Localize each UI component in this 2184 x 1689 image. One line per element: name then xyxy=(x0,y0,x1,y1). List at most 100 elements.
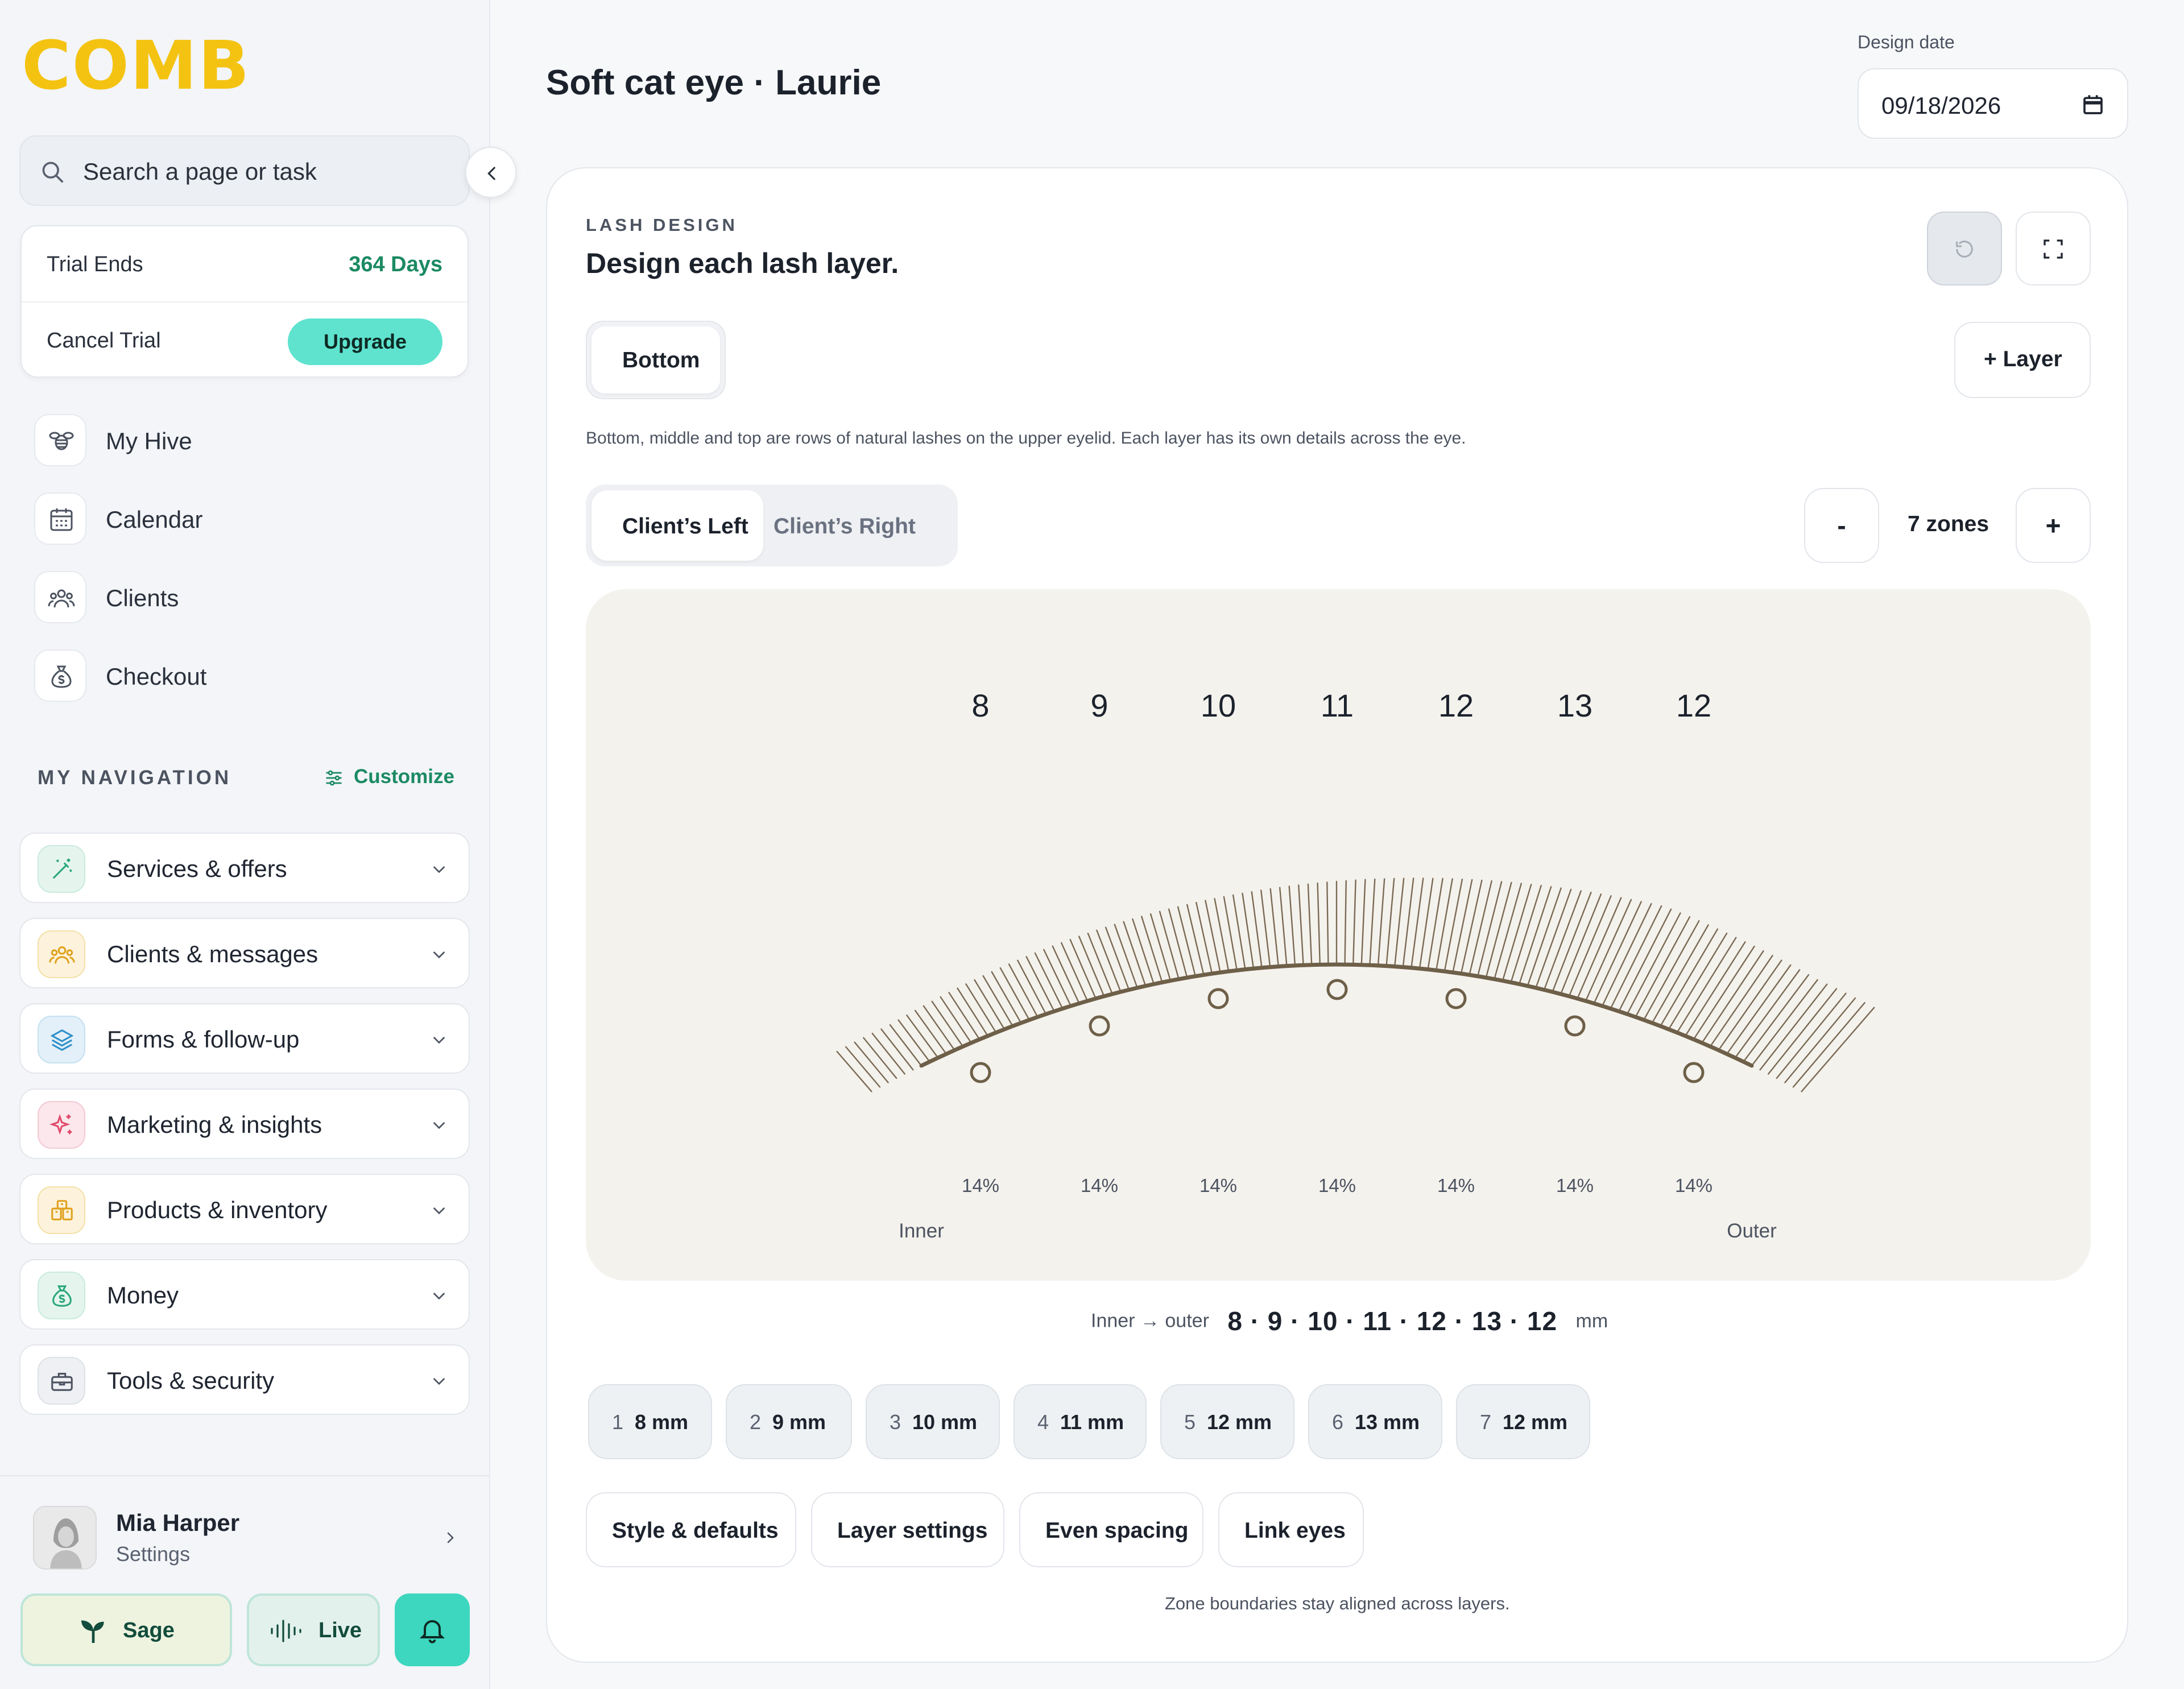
lash-stroke xyxy=(1377,878,1385,966)
lash-stroke xyxy=(1132,918,1155,985)
chevron-down-icon xyxy=(433,1037,445,1044)
lash-map-chart[interactable]: 8 14% 9 14% 10 14% 11 14% 12 14% 13 14% 12 14% Inner Ou… xyxy=(586,589,2091,1281)
lash-stroke xyxy=(1626,912,1681,1015)
undo-button[interactable] xyxy=(1927,212,2002,285)
summary-sequence: 8 · 9 · 10 · 11 · 12 · 13 · 12 xyxy=(1227,1306,1558,1336)
undo-icon xyxy=(1956,241,1973,258)
section-heading: Design each lash layer. xyxy=(586,247,899,279)
nav-group-tools[interactable]: Tools & security xyxy=(19,1344,470,1415)
style-defaults-button[interactable]: Style & defaults xyxy=(586,1492,796,1567)
zone-handle xyxy=(1326,979,1348,1000)
action-label: Style & defaults xyxy=(612,1518,779,1543)
bell-icon xyxy=(419,1620,445,1644)
zone-chip-5[interactable]: 5 12 mm xyxy=(1160,1384,1294,1459)
nav-my-hive[interactable]: My Hive xyxy=(34,412,466,466)
lash-stroke xyxy=(1610,905,1662,1009)
lash-stroke xyxy=(1601,903,1652,1007)
nav-group-money[interactable]: Money xyxy=(19,1259,470,1330)
nav-checkout[interactable]: Checkout xyxy=(34,647,466,702)
zone-chip-length: 8 mm xyxy=(635,1410,689,1434)
live-label: Live xyxy=(318,1618,362,1642)
trial-row: Trial Ends 364 Days xyxy=(22,226,468,303)
zone-length-label: 12 xyxy=(1438,688,1474,723)
nav-group-label: Money xyxy=(107,1282,179,1309)
layer-description: Bottom, middle and top are rows of natur… xyxy=(586,429,1466,448)
chevron-down-icon xyxy=(433,951,445,959)
layer-tab-active: Bottom xyxy=(592,326,720,394)
zone-percent-label: 14% xyxy=(1318,1175,1356,1196)
calendar-icon[interactable] xyxy=(2082,93,2104,116)
lash-stroke xyxy=(1279,887,1288,967)
layer-tab-bottom[interactable]: Bottom xyxy=(586,321,726,399)
nav-label: Checkout xyxy=(106,663,207,690)
live-button[interactable]: Live xyxy=(247,1593,380,1666)
lash-stroke xyxy=(1676,937,1737,1033)
zone-chip-3[interactable]: 3 10 mm xyxy=(866,1384,1000,1459)
zone-chip-length: 12 mm xyxy=(1207,1410,1272,1434)
action-label: Layer settings xyxy=(837,1518,988,1543)
lash-stroke xyxy=(1427,877,1443,970)
search-input[interactable]: Search a page or task xyxy=(19,135,470,206)
fullscreen-button[interactable] xyxy=(2016,212,2091,285)
lash-stroke xyxy=(1123,921,1147,987)
sparkles-icon xyxy=(38,1101,85,1149)
lash-stroke xyxy=(1385,877,1395,967)
nav-calendar[interactable]: Calendar xyxy=(34,490,466,545)
lash-stroke xyxy=(1196,901,1213,975)
calendar-icon xyxy=(34,492,86,545)
nav-group-clients-messages[interactable]: Clients & messages xyxy=(19,918,470,988)
lash-stroke xyxy=(1298,884,1304,966)
lash-stroke xyxy=(1344,880,1347,966)
nav-group-label: Clients & messages xyxy=(107,941,318,967)
lash-stroke xyxy=(1168,908,1188,979)
user-settings-link[interactable]: Settings xyxy=(116,1542,190,1566)
toolbox-icon xyxy=(38,1357,85,1405)
sidebar: COMB Search a page or task Trial Ends 36… xyxy=(0,0,516,1689)
divider xyxy=(0,1475,489,1476)
zone-chip-1[interactable]: 1 8 mm xyxy=(588,1384,712,1459)
sliders-icon xyxy=(326,770,342,786)
nav-group-marketing[interactable]: Marketing & insights xyxy=(19,1088,470,1159)
link-eyes-button[interactable]: Link eyes xyxy=(1218,1492,1364,1567)
upgrade-button[interactable]: Upgrade xyxy=(288,318,442,365)
zone-chip-4[interactable]: 4 11 mm xyxy=(1014,1384,1147,1459)
nav-group-products[interactable]: Products & inventory xyxy=(19,1174,470,1244)
chevron-right-icon[interactable] xyxy=(441,1527,458,1548)
chevron-down-icon xyxy=(433,1122,445,1129)
notifications-button[interactable] xyxy=(395,1593,470,1666)
zone-chip-7[interactable]: 7 12 mm xyxy=(1456,1384,1590,1459)
sage-button[interactable]: Sage xyxy=(20,1593,232,1666)
comb-logo[interactable]: COMB xyxy=(22,32,250,99)
tab-clients-right[interactable]: Client’s Right xyxy=(774,514,916,539)
sprout-icon xyxy=(81,1620,104,1643)
zone-chip-2[interactable]: 2 9 mm xyxy=(726,1384,852,1459)
cancel-trial-link[interactable]: Cancel Trial xyxy=(47,329,161,353)
zone-chip-6[interactable]: 6 13 mm xyxy=(1308,1384,1442,1459)
chevron-down-icon xyxy=(433,866,445,874)
zone-count: 7 zones xyxy=(1908,512,1989,536)
nav-group-services[interactable]: Services & offers xyxy=(19,833,470,903)
add-zone-button[interactable]: + xyxy=(2016,488,2091,563)
tab-clients-left[interactable]: Client’s Left xyxy=(592,490,763,561)
nav-group-label: Tools & security xyxy=(107,1367,275,1394)
chevron-down-icon xyxy=(433,1207,445,1215)
zone-percent-label: 14% xyxy=(1081,1175,1118,1196)
add-layer-button[interactable]: + Layer xyxy=(1954,322,2091,398)
zone-chip-number: 1 xyxy=(612,1410,624,1434)
lash-stroke xyxy=(1443,879,1463,972)
collapse-sidebar-button[interactable] xyxy=(465,147,516,198)
nav-clients[interactable]: Clients xyxy=(34,569,466,623)
remove-zone-button[interactable]: - xyxy=(1804,488,1879,563)
design-date-input[interactable]: 09/18/2026 xyxy=(1858,68,2128,139)
user-name[interactable]: Mia Harper xyxy=(116,1509,239,1537)
money-bag-icon xyxy=(38,1272,85,1319)
section-eyebrow: LASH DESIGN xyxy=(586,215,738,235)
lash-map-canvas: 8 14% 9 14% 10 14% 11 14% 12 14% 13 14% 12 14% Inner Ou… xyxy=(586,589,2091,1281)
nav-group-forms[interactable]: Forms & follow-up xyxy=(19,1003,470,1074)
nav-group-label: Marketing & insights xyxy=(107,1111,322,1138)
zone-chip-length: 10 mm xyxy=(912,1410,978,1434)
chevron-down-icon xyxy=(433,1293,445,1300)
avatar[interactable] xyxy=(33,1506,97,1570)
layer-settings-button[interactable]: Layer settings xyxy=(811,1492,1004,1567)
even-spacing-button[interactable]: Even spacing xyxy=(1019,1492,1203,1567)
